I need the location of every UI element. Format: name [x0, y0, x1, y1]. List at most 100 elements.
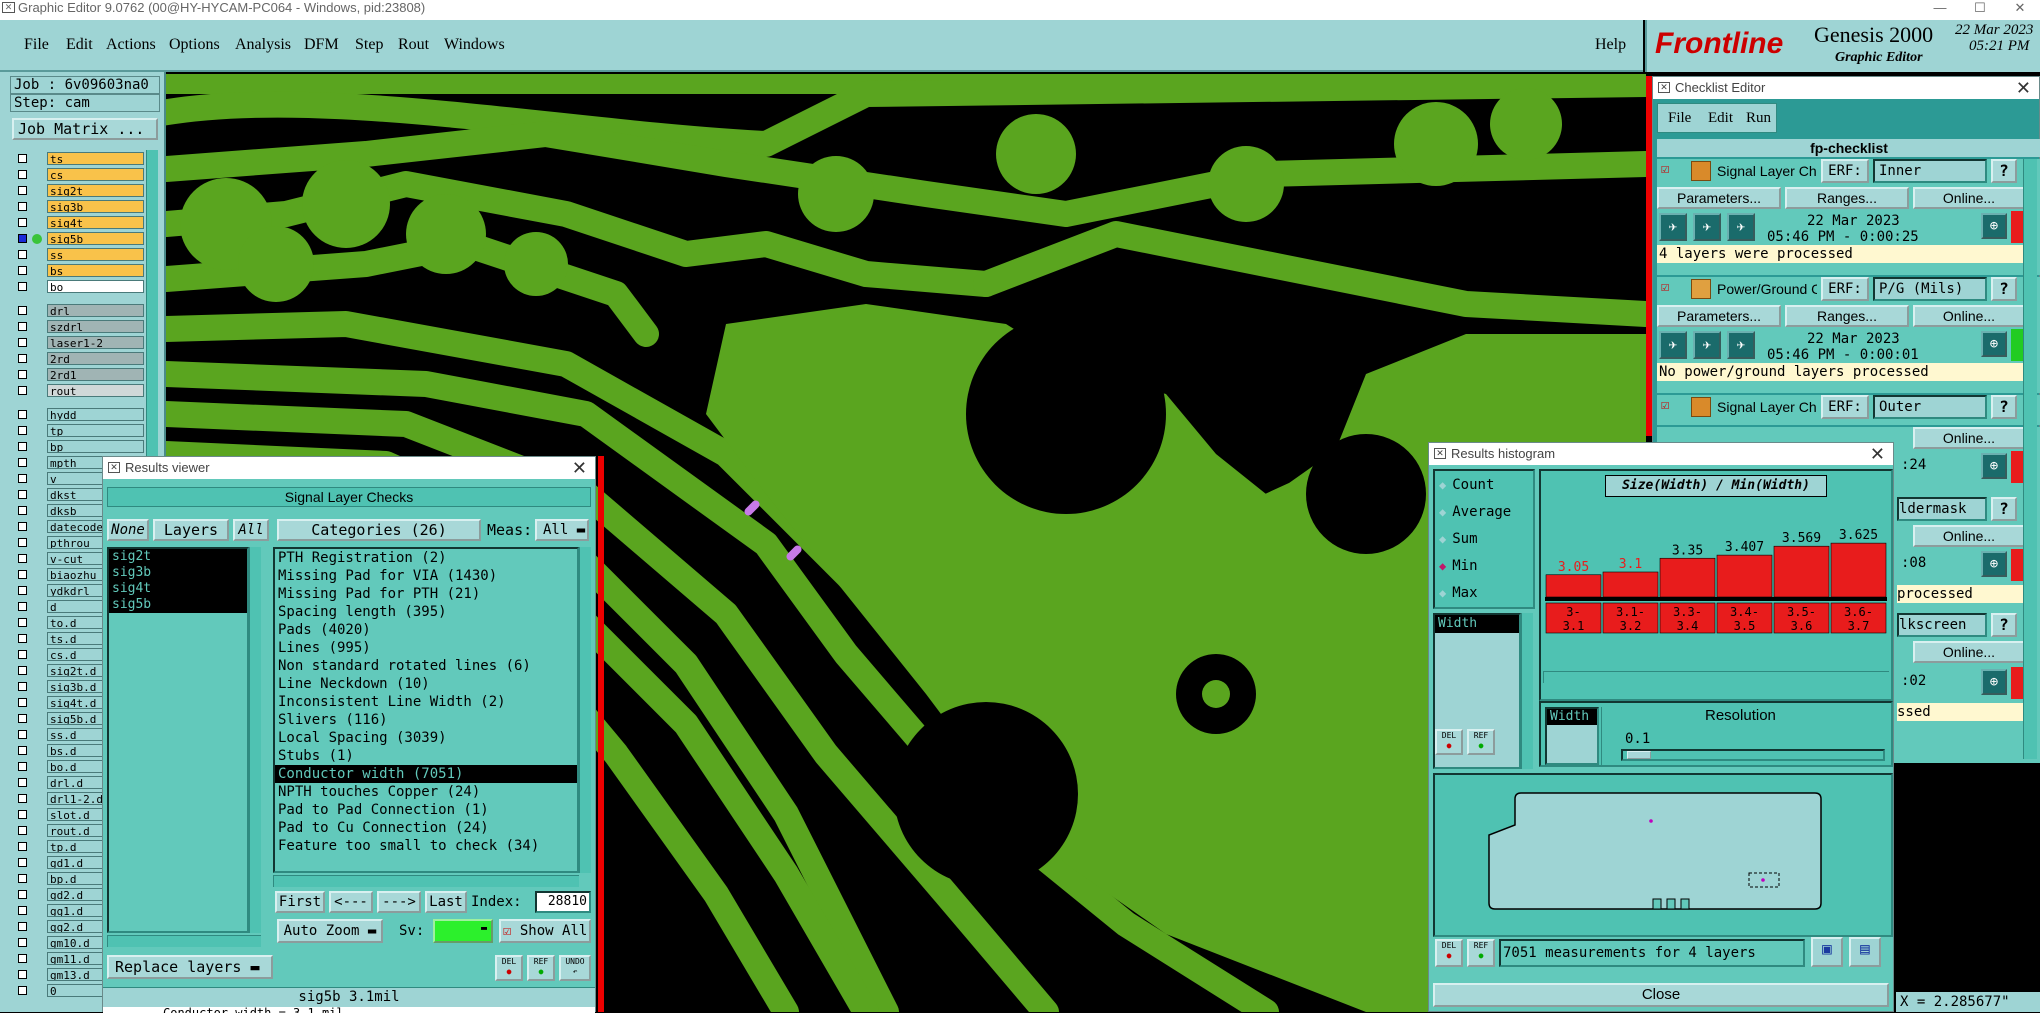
category-item[interactable]: Non standard rotated lines (6)	[275, 657, 577, 675]
run-icon[interactable]: ✈	[1727, 331, 1755, 359]
category-item[interactable]: Feature too small to check (34)	[275, 837, 577, 855]
layer-checkbox[interactable]	[18, 650, 27, 659]
layer-name[interactable]: ss	[47, 248, 144, 261]
report-icon[interactable]: ▣	[1811, 937, 1843, 967]
category-item[interactable]: Missing Pad for VIA (1430)	[275, 567, 577, 585]
zoom-icon[interactable]: ⊕	[1981, 453, 2007, 479]
layer-checkbox[interactable]	[18, 810, 27, 819]
layer-checkbox[interactable]	[18, 794, 27, 803]
field-item[interactable]: Width	[1435, 615, 1519, 633]
layer-row[interactable]: sig3b	[14, 200, 144, 214]
layer-row[interactable]: 2rd	[14, 352, 144, 366]
close-button[interactable]: ✕	[2000, 0, 2040, 16]
layer-checkbox[interactable]	[18, 490, 27, 499]
layer-name[interactable]: cs	[47, 168, 144, 181]
zoom-icon[interactable]: ⊕	[1981, 331, 2007, 357]
layer-name[interactable]: ts	[47, 152, 144, 165]
radio-unchecked-icon[interactable]: ◆	[1439, 586, 1446, 600]
online-button[interactable]: Online...	[1913, 187, 2025, 209]
prev-button[interactable]: <---	[329, 891, 373, 913]
run-icon[interactable]: ✈	[1693, 213, 1721, 241]
menu-rout[interactable]: Rout	[398, 36, 429, 54]
layer-name[interactable]: sig3b	[47, 200, 144, 213]
layer-checkbox[interactable]	[18, 922, 27, 931]
first-button[interactable]: First	[275, 891, 325, 913]
aggregate-option[interactable]: ◆ Max	[1439, 585, 1478, 605]
histogram-bar[interactable]	[1773, 545, 1830, 598]
zoom-icon[interactable]: ⊕	[1981, 669, 2007, 695]
job-matrix-button[interactable]: Job Matrix ...	[12, 118, 158, 140]
category-item[interactable]: NPTH touches Copper (24)	[275, 783, 577, 801]
histogram-bar[interactable]	[1545, 574, 1602, 598]
check-icon[interactable]: ☑	[1661, 161, 1669, 177]
close-icon[interactable]: ✕	[572, 457, 587, 479]
meas-dropdown[interactable]: All ▬	[535, 519, 589, 541]
layer-checkbox[interactable]	[18, 410, 27, 419]
zoom-icon[interactable]: ⊕	[1981, 551, 2007, 577]
online-button[interactable]: Online...	[1913, 427, 2025, 449]
layer-checkbox[interactable]	[18, 762, 27, 771]
layer-checkbox[interactable]	[18, 938, 27, 947]
menu-analysis[interactable]: Analysis	[235, 36, 291, 54]
run-icon[interactable]: ✈	[1727, 213, 1755, 241]
replace-layers-dropdown[interactable]: Replace layers ▬	[107, 955, 273, 979]
layer-checkbox[interactable]	[18, 306, 27, 315]
layer-checkbox[interactable]	[18, 874, 27, 883]
online-button[interactable]: Online...	[1913, 641, 2025, 663]
layer-checkbox[interactable]	[18, 522, 27, 531]
all-button[interactable]: All	[233, 519, 269, 541]
layer-checkbox[interactable]	[18, 890, 27, 899]
layer-name[interactable]: drl	[47, 304, 144, 317]
layer-row[interactable]: ts	[14, 152, 144, 166]
resolution-slider[interactable]	[1621, 749, 1885, 761]
delete-icon[interactable]: DEL ●	[495, 955, 523, 981]
category-item[interactable]: Pads (4020)	[275, 621, 577, 639]
layer-checkbox[interactable]	[18, 442, 27, 451]
run-icon[interactable]: ✈	[1693, 331, 1721, 359]
layer-row[interactable]: sig5b	[14, 232, 144, 246]
delete-icon[interactable]: DEL ●	[1435, 729, 1463, 755]
erf-field[interactable]: ldermask	[1897, 497, 1987, 521]
layer-checkbox[interactable]	[18, 474, 27, 483]
layer-checkbox[interactable]	[18, 506, 27, 515]
erf-field[interactable]: Outer	[1873, 395, 1987, 419]
layer-checkbox[interactable]	[18, 634, 27, 643]
layer-checkbox[interactable]	[18, 618, 27, 627]
layer-row[interactable]: bp	[14, 440, 144, 454]
category-item[interactable]: Lines (995)	[275, 639, 577, 657]
category-item[interactable]: Line Neckdown (10)	[275, 675, 577, 693]
categories-button[interactable]: Categories (26)	[277, 519, 481, 541]
category-scrollbar[interactable]	[579, 547, 591, 873]
layer-checkbox[interactable]	[18, 322, 27, 331]
parameters-button[interactable]: Parameters...	[1657, 187, 1781, 209]
help-icon[interactable]: ?	[1991, 159, 2017, 183]
layer-list-scrollbar[interactable]	[249, 547, 261, 933]
menu-dfm[interactable]: DFM	[304, 36, 339, 54]
ranges-button[interactable]: Ranges...	[1785, 305, 1909, 327]
check-icon[interactable]: ☑	[1661, 397, 1669, 413]
layer-checkbox[interactable]	[18, 426, 27, 435]
histogram-chart[interactable]: 3.05 3.13.35 3.4073.569 3.6253-3.13.1-3.23.…	[1541, 499, 1891, 669]
show-all-toggle[interactable]: ☑ Show All	[499, 919, 591, 943]
layer-name[interactable]: 2rd1	[47, 368, 144, 381]
layer-checkbox[interactable]	[18, 698, 27, 707]
index-input[interactable]: 28810	[535, 891, 591, 913]
chart-icon[interactable]: ▤	[1849, 937, 1881, 967]
undo-icon[interactable]: UNDO ↶	[559, 955, 591, 981]
layer-checkbox[interactable]	[18, 682, 27, 691]
layer-checkbox[interactable]	[18, 186, 27, 195]
layer-list-item[interactable]: sig2t	[109, 549, 247, 565]
close-button[interactable]: Close	[1433, 983, 1889, 1007]
layers-button[interactable]: Layers	[153, 519, 229, 541]
layer-checkbox[interactable]	[18, 458, 27, 467]
layer-row[interactable]: cs	[14, 168, 144, 182]
checklist-menu-run[interactable]: Run	[1746, 110, 1771, 127]
histogram-bar[interactable]	[1830, 542, 1887, 598]
layer-row[interactable]: ss	[14, 248, 144, 262]
run-icon[interactable]: ✈	[1659, 331, 1687, 359]
category-item[interactable]: Pad to Pad Connection (1)	[275, 801, 577, 819]
category-item[interactable]: Spacing length (395)	[275, 603, 577, 621]
layer-name[interactable]: szdrl	[47, 320, 144, 333]
layer-checkbox[interactable]	[18, 370, 27, 379]
layer-name[interactable]: hydd	[47, 408, 144, 421]
